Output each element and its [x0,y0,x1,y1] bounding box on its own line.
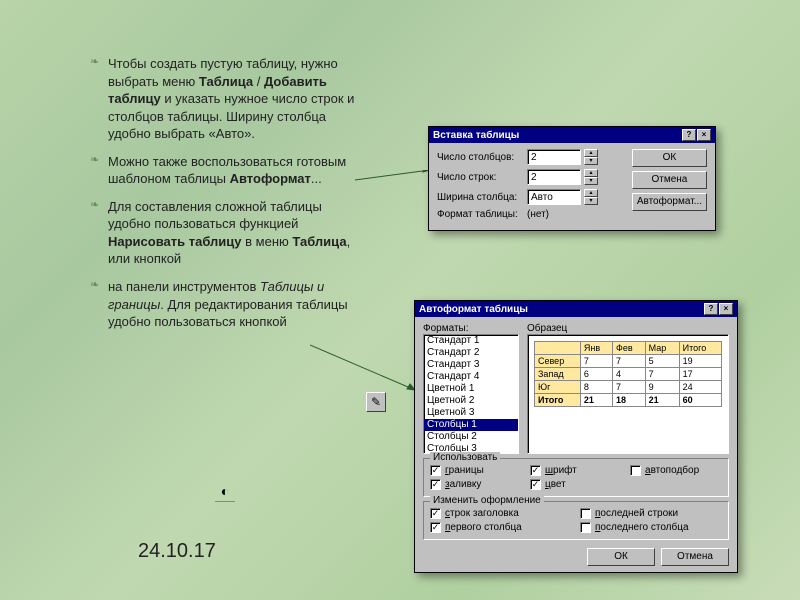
checkbox-границы[interactable]: ✓границы [430,465,522,476]
instruction-list: Чтобы создать пустую таблицу, нужно выбр… [90,55,365,341]
list-item[interactable]: Столбцы 1 [424,419,518,431]
width-spinner[interactable]: ▴▾ [584,189,598,205]
autoformat-button[interactable]: Автоформат... [632,193,707,211]
list-item[interactable]: Стандарт 4 [424,371,518,383]
help-icon[interactable]: ? [704,303,718,315]
use-group: Использовать ✓границы✓шрифтавтоподбор✓за… [423,458,729,497]
rows-input[interactable] [527,169,581,185]
autoformat-dialog: Автоформат таблицы ? × Форматы: Стандарт… [414,300,738,573]
dialog2-titlebar: Автоформат таблицы ? × [415,301,737,317]
checkbox-цвет[interactable]: ✓цвет [530,479,622,490]
checkbox-последней строки[interactable]: последней строки [580,508,722,519]
width-label: Ширина столбца: [437,192,523,203]
dialog1-title: Вставка таблицы [433,130,519,141]
dialog2-title: Автоформат таблицы [419,304,528,315]
cancel-button[interactable]: Отмена [632,171,707,189]
list-item[interactable]: Цветной 3 [424,407,518,419]
checkbox-строк заголовка[interactable]: ✓строк заголовка [430,508,572,519]
eraser-icon[interactable]: ◐ [215,482,235,502]
bullet-4: на панели инструментов Таблицы и границы… [90,278,365,331]
checkbox-заливку[interactable]: ✓заливку [430,479,522,490]
list-item[interactable]: Столбцы 2 [424,431,518,443]
sample-label: Образец [527,323,729,334]
cols-input[interactable] [527,149,581,165]
bullet-1: Чтобы создать пустую таблицу, нужно выбр… [90,55,365,143]
list-item[interactable]: Стандарт 2 [424,347,518,359]
list-item[interactable]: Цветной 2 [424,395,518,407]
change-group-label: Изменить оформление [430,495,544,506]
ok-button[interactable]: ОК [632,149,707,167]
checkbox-шрифт[interactable]: ✓шрифт [530,465,622,476]
help-icon[interactable]: ? [682,129,696,141]
bullet-3: Для составления сложной таблицы удобно п… [90,198,365,268]
width-input[interactable] [527,189,581,205]
cancel-button[interactable]: Отмена [661,548,729,566]
use-group-label: Использовать [430,452,500,463]
formats-label: Форматы: [423,323,519,334]
rows-spinner[interactable]: ▴▾ [584,169,598,185]
list-item[interactable]: Стандарт 1 [424,335,518,347]
cols-label: Число столбцов: [437,152,523,163]
format-value: (нет) [527,209,549,220]
list-item[interactable]: Стандарт 3 [424,359,518,371]
checkbox-автоподбор[interactable]: автоподбор [630,465,722,476]
close-icon[interactable]: × [719,303,733,315]
formats-listbox[interactable]: Стандарт 1Стандарт 2Стандарт 3Стандарт 4… [423,334,519,454]
checkbox-первого столбца[interactable]: ✓первого столбца [430,522,572,533]
cols-spinner[interactable]: ▴▾ [584,149,598,165]
close-icon[interactable]: × [697,129,711,141]
dialog1-titlebar: Вставка таблицы ? × [429,127,715,143]
preview-pane: ЯнвФевМарИтогоСевер77519Запад64717Юг8792… [527,334,729,454]
checkbox-последнего столбца[interactable]: последнего столбца [580,522,722,533]
format-label: Формат таблицы: [437,209,523,220]
bullet-2: Можно также воспользоваться готовым шабл… [90,153,365,188]
slide-date: 24.10.17 [138,540,216,563]
rows-label: Число строк: [437,172,523,183]
list-item[interactable]: Цветной 1 [424,383,518,395]
ok-button[interactable]: ОК [587,548,655,566]
change-group: Изменить оформление ✓строк заголовкапосл… [423,501,729,540]
insert-table-dialog: Вставка таблицы ? × Число столбцов: ▴▾ Ч… [428,126,716,231]
